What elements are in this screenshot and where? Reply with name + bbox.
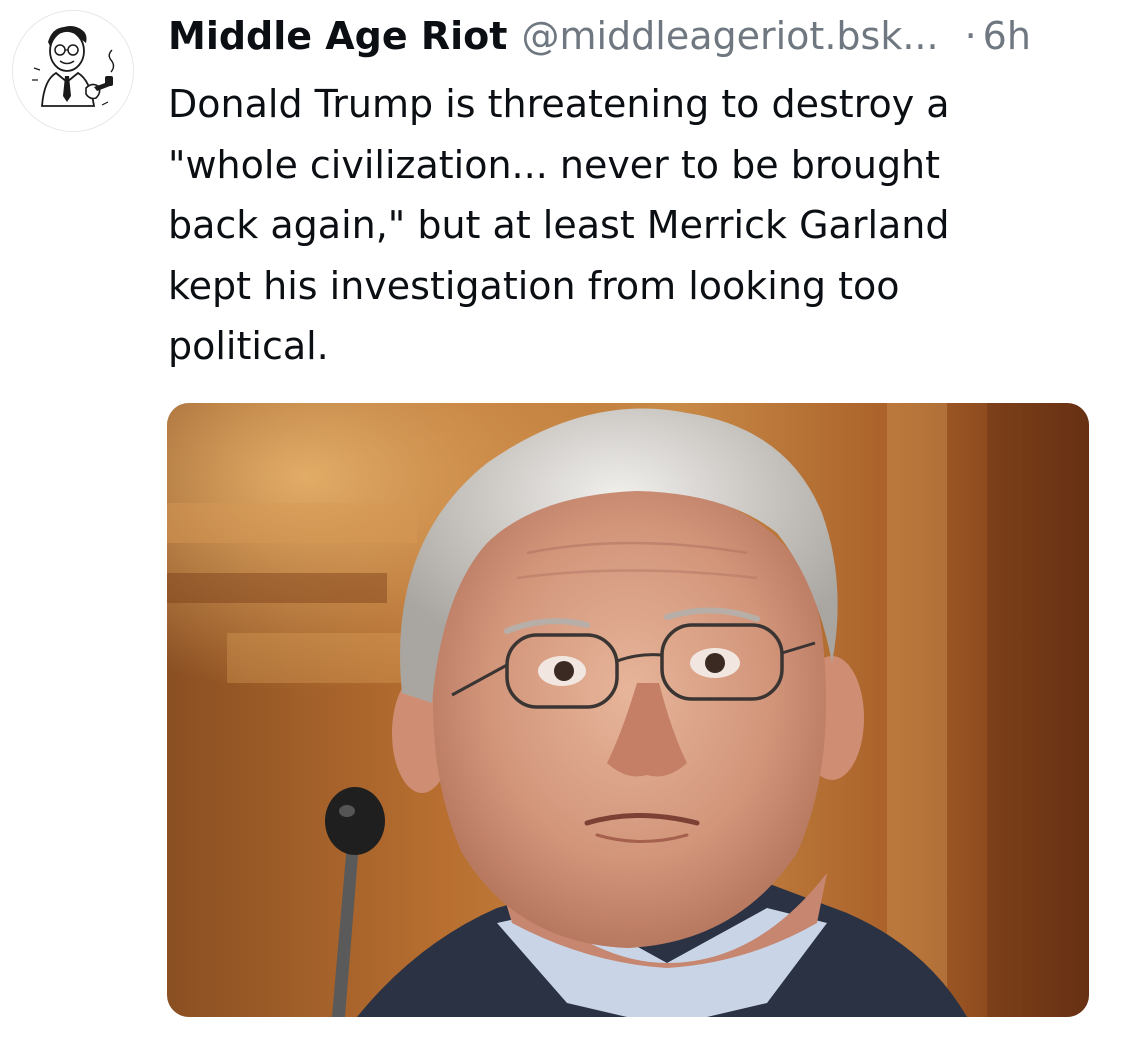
post-text: Donald Trump is threatening to destroy a…: [168, 82, 950, 368]
author-avatar[interactable]: [12, 10, 134, 132]
post-timestamp[interactable]: 6h: [983, 8, 1031, 64]
separator-dot: ·: [964, 14, 977, 58]
author-handle[interactable]: @middleageriot.bsk...: [521, 8, 938, 64]
post-card: Middle Age Riot @middleageriot.bsk... · …: [0, 0, 1135, 1046]
photo-of-merrick-garland: [167, 403, 1089, 1017]
post-image[interactable]: [167, 403, 1089, 1017]
vintage-man-with-pipe-icon: [13, 11, 133, 131]
post-header: Middle Age Riot @middleageriot.bsk... · …: [168, 8, 1108, 64]
author-display-name[interactable]: Middle Age Riot: [168, 8, 507, 64]
